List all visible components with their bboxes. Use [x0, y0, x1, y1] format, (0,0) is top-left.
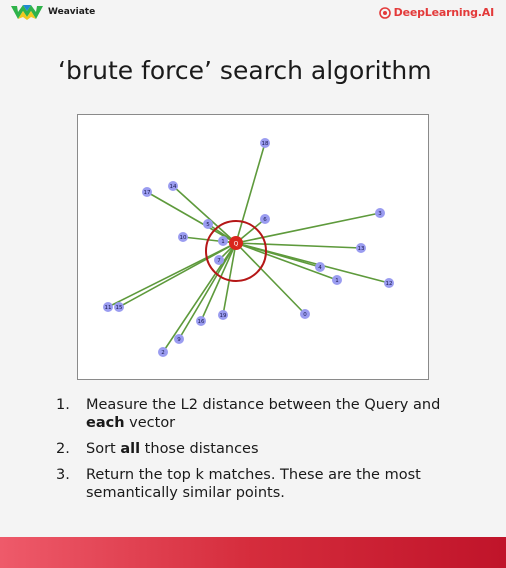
- node-label-1: 1: [221, 239, 225, 245]
- edge-17: [146, 191, 237, 244]
- node-label-6: 6: [263, 217, 267, 223]
- deeplearning-logo: DeepLearning.AI: [378, 6, 495, 19]
- node-label-15: 15: [116, 305, 123, 311]
- weaviate-logo: Weaviate: [10, 3, 95, 21]
- edge-2: [162, 242, 237, 353]
- node-label-13: 13: [358, 246, 365, 252]
- node-label-4: 4: [318, 265, 322, 271]
- weaviate-wordmark: Weaviate: [48, 7, 96, 17]
- node-label-12: 12: [386, 281, 393, 287]
- edge-12: [235, 242, 390, 284]
- step-item: 2. Sort all those distances: [56, 440, 476, 458]
- step-text: Return the top k matches. These are the …: [86, 467, 421, 501]
- edge-1: [235, 242, 338, 281]
- weaviate-logo-icon: [11, 5, 43, 20]
- step-emphasis: each: [86, 415, 125, 431]
- step-text: Measure the L2 distance between the Quer…: [86, 397, 441, 413]
- step-item: 1. Measure the L2 distance between the Qu…: [56, 396, 476, 432]
- node-label-1: 1: [335, 278, 339, 284]
- node-label-2: 2: [161, 350, 165, 356]
- step-item: 3. Return the top k matches. These are th…: [56, 466, 476, 502]
- node-label-7: 7: [217, 258, 221, 264]
- footer-bar: [0, 537, 506, 568]
- node-label-5: 5: [206, 222, 210, 228]
- deeplearning-wordmark: DeepLearning.AI: [393, 6, 495, 19]
- diagram-canvas: 18 17 14 3 5 6 10 1 13 7 4 1 12 11 15 0 19 16 9 2 Q: [103, 138, 394, 357]
- edge-group: [107, 142, 390, 353]
- steps-list: 1. Measure the L2 distance between the Qu…: [56, 396, 476, 510]
- step-text: those distances: [140, 441, 259, 457]
- step-emphasis: all: [120, 441, 141, 457]
- node-label-10: 10: [180, 235, 187, 241]
- step-number: 2.: [56, 441, 70, 457]
- query-label: Q: [234, 241, 239, 248]
- step-text: Sort: [86, 441, 121, 457]
- edge-18: [235, 142, 266, 244]
- node-label-0: 0: [303, 312, 307, 318]
- slide-title: ‘brute force’ search algorithm: [58, 56, 432, 85]
- node-label-17: 17: [144, 190, 151, 196]
- node-label-18: 18: [262, 141, 269, 147]
- node-label-3: 3: [378, 211, 382, 217]
- node-label-11: 11: [105, 305, 112, 311]
- edge-3: [235, 212, 381, 244]
- brute-force-diagram: 18 17 14 3 5 6 10 1 13 7 4 1 12 11 15 0 19 16 9 2 Q: [77, 114, 429, 380]
- node-label-9: 9: [177, 337, 181, 343]
- step-number: 3.: [56, 467, 70, 483]
- node-label-16: 16: [198, 319, 205, 325]
- node-label-19: 19: [220, 313, 227, 319]
- node-label-14: 14: [170, 184, 177, 190]
- deeplearning-logo-icon: [378, 6, 391, 19]
- step-number: 1.: [56, 397, 70, 413]
- slide: Weaviate DeepLearning.AI ‘brute force’ s…: [0, 0, 506, 568]
- step-text: vector: [124, 415, 176, 431]
